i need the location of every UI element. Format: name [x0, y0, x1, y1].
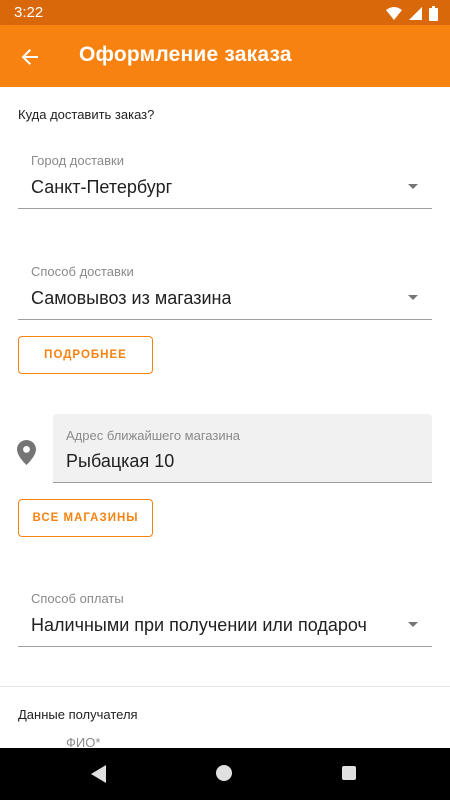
status-time: 3:22: [14, 4, 44, 21]
delivery-method-value: Самовывоз из магазина: [31, 288, 232, 308]
dropdown-arrow-icon: [408, 295, 418, 300]
system-navigation-bar: [0, 748, 450, 800]
shop-address-underline: [53, 482, 432, 483]
payment-method-select[interactable]: Способ оплаты Наличными при получении ил…: [18, 585, 432, 647]
status-bar: 3:22: [0, 0, 450, 25]
page-title: Оформление заказа: [79, 43, 292, 66]
city-value: Санкт-Петербург: [31, 177, 173, 197]
city-label: Город доставки: [31, 153, 124, 168]
shop-address-field[interactable]: Адрес ближайшего магазина Рыбацкая 10: [53, 414, 432, 483]
battery-icon: [429, 5, 438, 21]
payment-method-underline: [18, 646, 432, 647]
location-pin-icon: [17, 440, 36, 465]
delivery-section-title: Куда доставить заказ?: [18, 107, 155, 122]
shop-address-label: Адрес ближайшего магазина: [66, 428, 241, 443]
order-form: Куда доставить заказ? Город доставки Сан…: [0, 87, 450, 748]
payment-method-value: Наличными при получении или подароч: [31, 615, 367, 635]
wifi-icon: [386, 6, 402, 20]
back-button[interactable]: [14, 41, 46, 73]
delivery-method-select[interactable]: Способ доставки Самовывоз из магазина: [18, 258, 432, 320]
arrow-back-icon: [21, 49, 38, 65]
status-icons: [386, 5, 438, 21]
delivery-method-underline: [18, 319, 432, 320]
delivery-method-label: Способ доставки: [31, 264, 134, 279]
app-bar: Оформление заказа: [0, 25, 450, 87]
section-divider: [0, 686, 450, 687]
city-select[interactable]: Город доставки Санкт-Петербург: [18, 147, 432, 209]
all-shops-button[interactable]: ВСЕ МАГАЗИНЫ: [18, 499, 153, 537]
signal-icon: [409, 6, 422, 20]
details-button[interactable]: ПОДРОБНЕЕ: [18, 336, 153, 374]
shop-address-value: Рыбацкая 10: [66, 451, 175, 471]
recipient-section-title: Данные получателя: [18, 707, 138, 722]
nav-home-icon[interactable]: [216, 765, 232, 781]
dropdown-arrow-icon: [408, 184, 418, 189]
nav-recent-apps-icon[interactable]: [342, 766, 356, 780]
screen: 3:22 Оформление заказа Куда доставить за…: [0, 0, 450, 800]
full-name-field[interactable]: ФИО*: [18, 729, 432, 748]
full-name-label: ФИО*: [66, 735, 101, 748]
city-underline: [18, 208, 432, 209]
nav-back-icon[interactable]: [91, 765, 107, 783]
payment-method-label: Способ оплаты: [31, 591, 124, 606]
dropdown-arrow-icon: [408, 622, 418, 627]
